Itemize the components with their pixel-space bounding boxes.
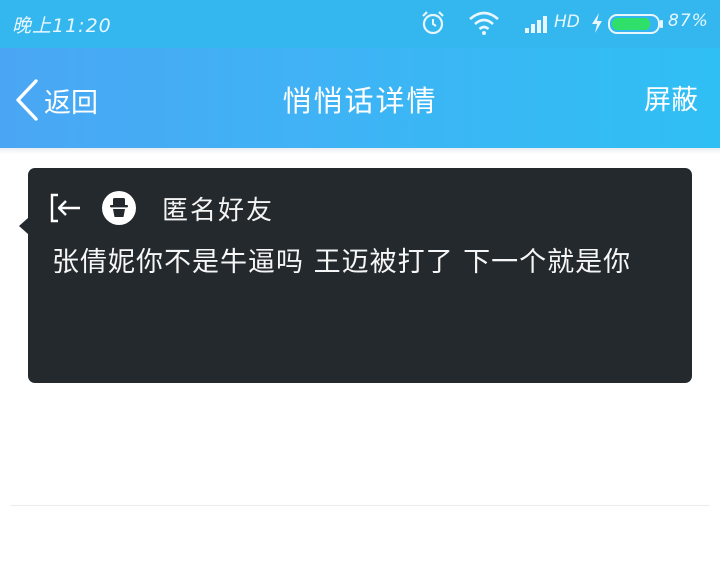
signal-icon [525, 16, 547, 33]
battery-icon [608, 14, 663, 34]
message-card: 匿名好友 张倩妮你不是牛逼吗 王迈被打了 下一个就是你 [19, 168, 692, 383]
bottom-divider [10, 505, 710, 506]
anonymous-avatar-icon [102, 191, 136, 225]
status-time: 晚上11:20 [12, 15, 112, 37]
block-button[interactable]: 屏蔽 [644, 78, 698, 117]
charging-bolt-icon [592, 13, 602, 33]
status-bar: 晚上11:20 HD 87% [0, 0, 720, 48]
card-pointer [19, 218, 28, 234]
wifi-icon [469, 11, 499, 35]
page-title: 悄悄话详情 [282, 84, 438, 118]
network-label: HD [554, 12, 580, 32]
message-text: 张倩妮你不是牛逼吗 王迈被打了 下一个就是你 [52, 247, 632, 278]
sender-row: 匿名好友 [48, 188, 274, 228]
exit-icon[interactable] [48, 190, 84, 226]
battery-percent: 87% [668, 11, 709, 31]
sender-name: 匿名好友 [162, 195, 275, 226]
nav-divider [0, 148, 720, 154]
alarm-icon [422, 11, 444, 35]
nav-bar: 返回 悄悄话详情 屏蔽 [0, 48, 720, 148]
